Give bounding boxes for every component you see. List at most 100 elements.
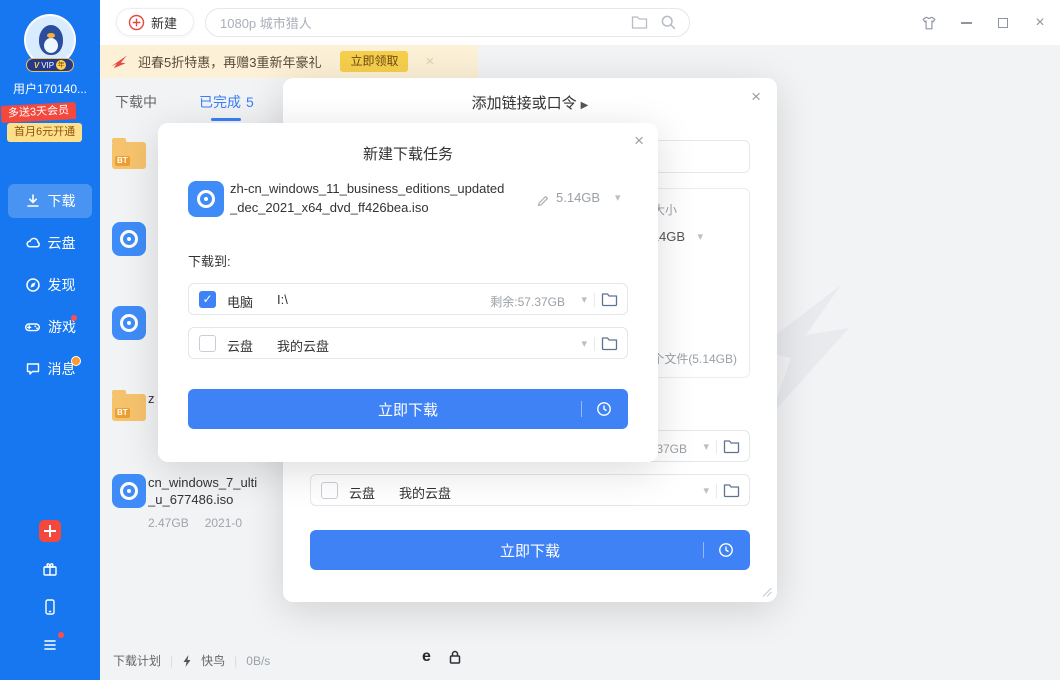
divider: [581, 401, 582, 417]
avatar-graphic-beak: [47, 33, 55, 38]
new-task-button[interactable]: 新建: [116, 8, 194, 36]
sidebar-item-games[interactable]: 游戏: [8, 310, 92, 344]
bt-folder-icon: BT: [112, 394, 146, 421]
lock-icon[interactable]: [448, 649, 462, 665]
dialog-title: 添加链接或口令▶: [283, 92, 777, 113]
search-bar[interactable]: 1080p 城市猎人: [205, 8, 690, 37]
drive-path: I:\: [277, 292, 288, 307]
download-now-button[interactable]: 立即下载: [188, 389, 628, 429]
claim-button[interactable]: 立即领取: [340, 51, 408, 72]
speed-value: 0B/s: [246, 654, 270, 668]
save-to-cloud-row: 云盘 我的云盘 ▾: [310, 474, 750, 506]
list-item[interactable]: cn_windows_7_ulti _u_677486.iso 2.47GB 2…: [112, 474, 284, 508]
folder-icon[interactable]: [601, 292, 618, 307]
drive-path: 我的云盘: [399, 483, 451, 502]
notification-dot: [58, 632, 64, 638]
edit-pencil-icon[interactable]: [536, 194, 550, 208]
app-window: V VIP 年 用户170140... 多送3天会员 首月6元开通 下载 云盘 …: [0, 0, 1060, 680]
mobile-button[interactable]: [39, 596, 61, 618]
lightning-icon: [182, 654, 192, 668]
chevron-down-icon[interactable]: ▾: [581, 337, 587, 350]
download-now-label: 立即下载: [500, 540, 560, 561]
vip-badge[interactable]: V VIP 年: [26, 58, 74, 72]
minimize-button[interactable]: [958, 15, 974, 31]
search-icon[interactable]: [660, 14, 677, 31]
close-icon: ×: [1035, 15, 1044, 31]
vip-v: V: [34, 61, 39, 70]
file-name: cn_windows_7_ulti _u_677486.iso: [148, 474, 282, 508]
chevron-right-icon[interactable]: ▶: [581, 100, 589, 111]
gift-icon: [41, 560, 59, 578]
folder-icon[interactable]: [601, 336, 618, 351]
sidebar-item-discover[interactable]: 发现: [8, 268, 92, 302]
iso-disc-icon: [112, 306, 146, 340]
computer-checkbox[interactable]: ✓: [199, 291, 216, 308]
download-tabs: 下载中 已完成 5: [115, 92, 254, 112]
resize-grip[interactable]: [762, 587, 772, 597]
sidebar-tools: [0, 520, 100, 656]
maximize-icon: [998, 18, 1008, 28]
gift-button[interactable]: [39, 558, 61, 580]
folder-icon[interactable]: [723, 483, 740, 498]
phone-icon: [41, 598, 59, 616]
download-plan[interactable]: 下载计划: [113, 652, 161, 669]
close-banner-icon[interactable]: ×: [425, 53, 434, 70]
drive-label: 云盘: [227, 336, 253, 355]
file-size: 2.47GB: [148, 516, 189, 530]
sidebar-item-label: 云盘: [48, 233, 76, 253]
drive-path: 我的云盘: [277, 336, 329, 355]
download-now-button[interactable]: 立即下载: [310, 530, 750, 570]
cloud-checkbox[interactable]: [321, 482, 338, 499]
sidebar-item-download[interactable]: 下载: [8, 184, 92, 218]
drive-label: 云盘: [349, 483, 375, 502]
close-dialog-icon[interactable]: ×: [751, 88, 761, 105]
vip-year-coin: 年: [56, 60, 66, 70]
tab-completed[interactable]: 已完成 5: [199, 92, 254, 112]
bottom-toolbar: e: [422, 649, 462, 665]
member-ribbon[interactable]: 多送3天会员: [1, 102, 77, 123]
minimize-icon: [961, 22, 972, 24]
bt-tag: BT: [115, 156, 130, 166]
cloud-checkbox[interactable]: [199, 335, 216, 352]
close-window-button[interactable]: ×: [1032, 15, 1048, 31]
cloud-icon: [25, 235, 41, 251]
status-bar: 下载计划 | 快鸟 | 0B/s: [113, 652, 270, 669]
speed-mode[interactable]: 快鸟: [201, 652, 225, 669]
chevron-down-icon[interactable]: ▾: [703, 484, 709, 497]
chevron-down-icon[interactable]: ▾: [615, 191, 621, 204]
promo-banner: 迎春5折特惠，再赠3重新年豪礼 立即领取 ×: [100, 45, 478, 78]
maximize-button[interactable]: [995, 15, 1011, 31]
iso-disc-icon: [112, 474, 146, 508]
browser-icon[interactable]: e: [422, 649, 431, 665]
folder-icon[interactable]: [723, 439, 740, 454]
sidebar-item-label: 发现: [48, 275, 76, 295]
files-summary: 个文件(5.14GB): [652, 350, 737, 367]
subscribe-promo[interactable]: 首月6元开通: [7, 123, 82, 142]
skin-icon[interactable]: [921, 15, 937, 31]
sidebar-item-messages[interactable]: 消息: [8, 352, 92, 386]
notification-badge: [71, 356, 81, 366]
chevron-down-icon[interactable]: ▾: [581, 293, 587, 306]
sidebar-item-cloud[interactable]: 云盘: [8, 226, 92, 260]
rocket-icon: [110, 54, 129, 70]
bt-tag: BT: [115, 408, 130, 418]
tab-downloading[interactable]: 下载中: [115, 92, 157, 112]
file-meta: 2.47GB 2021-0: [148, 516, 242, 530]
open-folder-icon[interactable]: [631, 15, 648, 30]
apps-button[interactable]: [39, 520, 61, 542]
separator: |: [234, 654, 237, 668]
divider: [703, 542, 704, 558]
topbar: 新建 1080p 城市猎人 ×: [100, 0, 1060, 45]
promo-text: 迎春5折特惠，再赠3重新年豪礼: [138, 52, 321, 71]
tab-count: 5: [246, 94, 254, 110]
menu-button[interactable]: [39, 634, 61, 656]
iso-disc-icon: [188, 181, 224, 217]
iso-disc-icon: [112, 222, 146, 256]
apps-icon: [39, 520, 61, 542]
chevron-down-icon[interactable]: ▾: [703, 440, 709, 453]
task-file-size: 5.14GB: [556, 190, 600, 205]
schedule-clock-icon[interactable]: [717, 541, 735, 559]
search-input[interactable]: 1080p 城市猎人: [220, 13, 619, 32]
schedule-clock-icon[interactable]: [595, 400, 613, 418]
chevron-down-icon[interactable]: ▾: [697, 230, 703, 243]
